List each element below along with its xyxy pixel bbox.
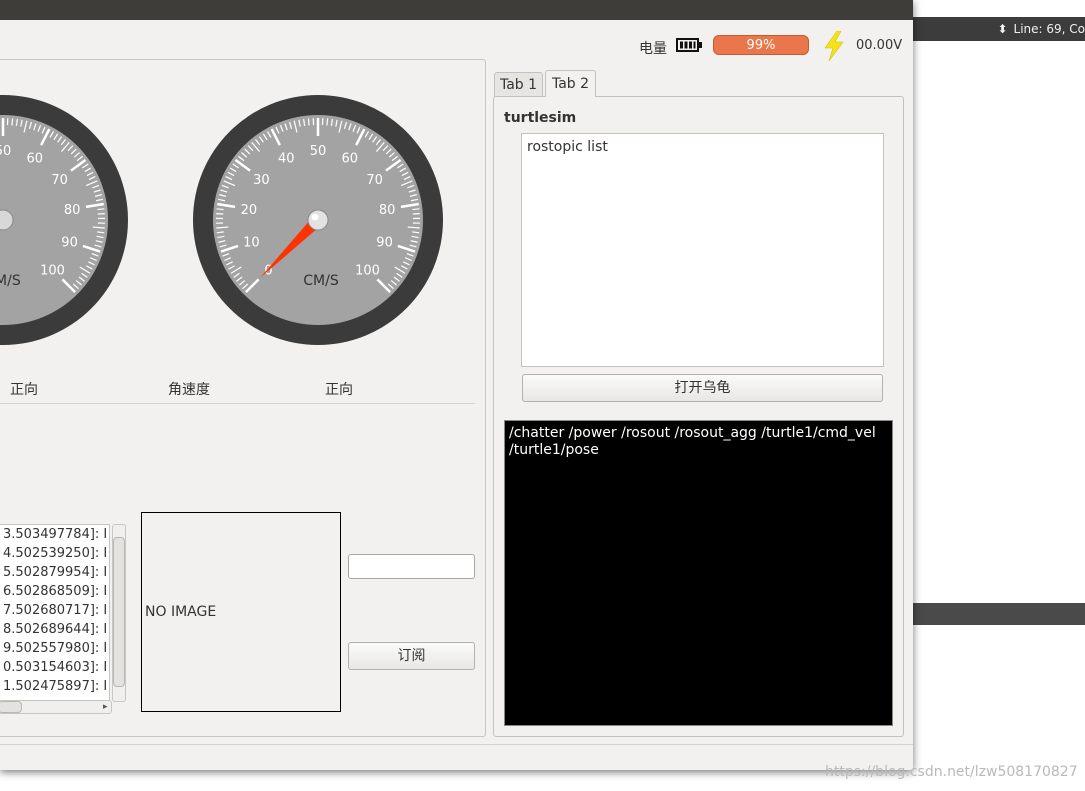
angular-speed-dial: 0102030405060708090100 CM/S <box>193 95 443 345</box>
log-vertical-scroll-thumb[interactable] <box>113 537 125 687</box>
command-text-area[interactable]: rostopic list <box>521 133 884 367</box>
battery-icon <box>676 38 702 52</box>
dial-tick-label: 90 <box>61 236 78 251</box>
dial-tick-label: 30 <box>253 173 270 188</box>
dial-tick-label: 100 <box>355 263 380 278</box>
dial-tick <box>97 208 105 211</box>
dial-tick-label: 90 <box>376 236 393 251</box>
log-row[interactable]: 7.502680717]: I s <box>0 601 109 620</box>
dial-tick <box>216 208 224 211</box>
dial-unit-label: CM/S <box>0 273 21 289</box>
dial-tick <box>412 208 420 211</box>
left-direction-label: 正向 <box>10 382 38 398</box>
log-row[interactable]: 8.502689644]: I s <box>0 620 109 639</box>
lightning-bolt-icon <box>824 31 844 61</box>
divider-line <box>0 403 475 404</box>
dial-tick-label: 80 <box>64 203 81 218</box>
dial-tick-label: 50 <box>0 144 11 159</box>
window-titlebar[interactable] <box>0 0 913 20</box>
battery-progress-bar: 99% <box>713 35 809 55</box>
status-bar-divider <box>0 744 913 745</box>
dial-tick-label: 60 <box>27 152 44 167</box>
speed-dials: 5060708090100 CM/S 010203040506070809010… <box>0 95 443 345</box>
dial-tick-label: 10 <box>243 236 260 251</box>
log-row[interactable]: 4.502539250]: I s <box>0 544 109 563</box>
log-row[interactable]: 6.502868509]: I s <box>0 582 109 601</box>
log-row[interactable]: 3.503497784]: I s <box>0 525 109 544</box>
turtlesim-group-title: turtlesim <box>504 110 577 126</box>
dial-tick-label: 70 <box>51 173 68 188</box>
topic-input[interactable] <box>348 554 475 579</box>
watermark-text: https://blog.csdn.net/lzw508170827 <box>825 764 1078 780</box>
editor-body[interactable] <box>912 41 1085 603</box>
editor-divider <box>912 603 1085 625</box>
log-row[interactable]: 1.502475897]: I s <box>0 677 109 696</box>
image-placeholder-text: NO IMAGE <box>145 604 217 620</box>
subscribe-button[interactable]: 订阅 <box>348 642 475 670</box>
dial-tick-label: 20 <box>241 203 258 218</box>
dial-tick <box>11 118 14 126</box>
log-row[interactable]: 0.503154603]: I s <box>0 658 109 677</box>
log-list[interactable]: 3.503497784]: I s 4.502539250]: I s 5.5028… <box>0 524 110 702</box>
dial-tick-label: 70 <box>366 173 383 188</box>
linear-speed-dial: 50 60 70 80 90 100 CM/S <box>0 95 128 345</box>
dial-tick-label: 60 <box>342 152 359 167</box>
log-row[interactable]: 9.502557980]: I s <box>0 639 109 658</box>
voltage-readout: 00.00V <box>856 38 903 53</box>
tab-2[interactable]: Tab 2 <box>545 70 596 97</box>
scroll-right-arrow-icon[interactable]: ▸ <box>103 702 108 712</box>
cursor-position: Line: 69, Co <box>1013 22 1085 36</box>
dial-tick-label: 50 <box>310 144 327 159</box>
dial-tick-label: 80 <box>379 203 396 218</box>
tab-1[interactable]: Tab 1 <box>494 72 543 97</box>
log-row[interactable]: 5.502879954]: I s <box>0 563 109 582</box>
editor-status-text: ⬍ Line: 69, Co <box>997 17 1085 41</box>
main-window: 电量 99% 00.00V 5060708090100 CM/S 0102030… <box>0 0 913 770</box>
angular-speed-label: 角速度 <box>168 382 210 398</box>
updown-icon[interactable]: ⬍ <box>997 22 1007 36</box>
battery-label: 电量 <box>639 41 667 57</box>
open-turtle-button[interactable]: 打开乌龟 <box>522 374 883 402</box>
dial-unit-label: CM/S <box>303 273 339 289</box>
dial-tick-label: 40 <box>278 152 295 167</box>
dial-tick <box>307 118 310 126</box>
log-horizontal-scroll-thumb[interactable] <box>0 701 22 713</box>
dial-tick-label: 100 <box>40 263 65 278</box>
right-direction-label: 正向 <box>325 382 353 398</box>
dial-tick <box>326 118 329 126</box>
terminal-output[interactable]: /chatter /power /rosout /rosout_agg /tur… <box>504 420 893 726</box>
